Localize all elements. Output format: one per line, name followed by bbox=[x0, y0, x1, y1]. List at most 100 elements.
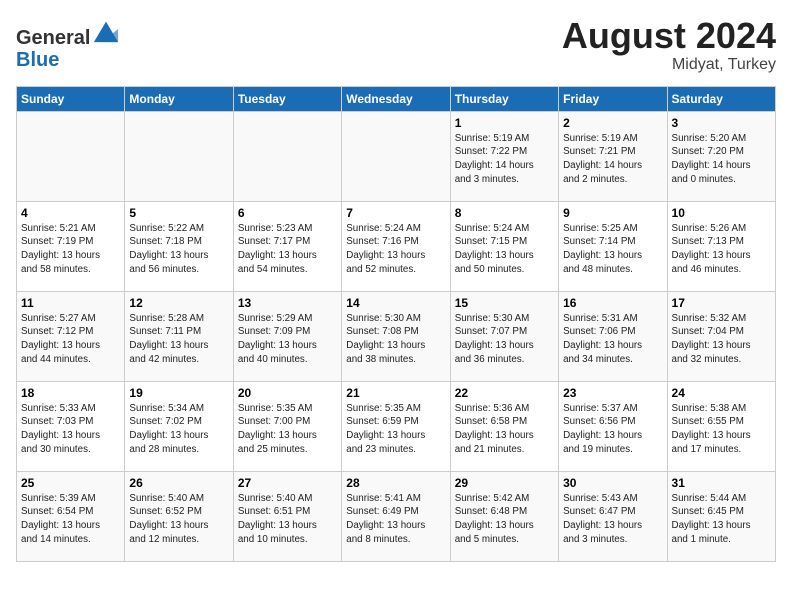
header-day-sunday: Sunday bbox=[17, 86, 125, 111]
day-cell: 2 Sunrise: 5:19 AMSunset: 7:21 PMDaylight… bbox=[559, 111, 667, 201]
week-row-1: 1Sunrise: 5:19 AMSunset: 7:22 PMDaylight… bbox=[17, 111, 776, 201]
day-number: 15 bbox=[455, 296, 554, 310]
header-day-saturday: Saturday bbox=[667, 86, 775, 111]
day-number: 5 bbox=[129, 206, 228, 220]
day-cell: 27 Sunrise: 5:40 AMSunset: 6:51 PMDayligh… bbox=[233, 471, 341, 561]
day-number: 19 bbox=[129, 386, 228, 400]
logo: General Blue bbox=[16, 16, 120, 71]
day-cell: 26Sunrise: 5:40 AMSunset: 6:52 PMDayligh… bbox=[125, 471, 233, 561]
week-row-5: 25 Sunrise: 5:39 AMSunset: 6:54 PMDayligh… bbox=[17, 471, 776, 561]
day-number: 7 bbox=[346, 206, 445, 220]
day-info: Sunrise: 5:28 AMSunset: 7:11 PMDaylight:… bbox=[129, 312, 228, 367]
day-cell: 20 Sunrise: 5:35 AMSunset: 7:00 PMDayligh… bbox=[233, 381, 341, 471]
day-info: Sunrise: 5:22 AMSunset: 7:18 PMDaylight:… bbox=[129, 222, 228, 277]
day-cell: 6Sunrise: 5:23 AMSunset: 7:17 PMDaylight… bbox=[233, 201, 341, 291]
day-cell: 17Sunrise: 5:32 AMSunset: 7:04 PMDayligh… bbox=[667, 291, 775, 381]
header-day-thursday: Thursday bbox=[450, 86, 558, 111]
day-info: Sunrise: 5:32 AMSunset: 7:04 PMDaylight:… bbox=[672, 312, 771, 367]
day-number: 28 bbox=[346, 476, 445, 490]
header-day-wednesday: Wednesday bbox=[342, 86, 450, 111]
day-number: 12 bbox=[129, 296, 228, 310]
logo-general: General bbox=[16, 27, 90, 49]
day-cell: 31 Sunrise: 5:44 AMSunset: 6:45 PMDayligh… bbox=[667, 471, 775, 561]
day-info: Sunrise: 5:35 AMSunset: 6:59 PMDaylight:… bbox=[346, 402, 445, 457]
week-row-3: 11 Sunrise: 5:27 AMSunset: 7:12 PMDayligh… bbox=[17, 291, 776, 381]
day-info: Sunrise: 5:35 AMSunset: 7:00 PMDaylight:… bbox=[238, 402, 337, 457]
day-info: Sunrise: 5:40 AMSunset: 6:52 PMDaylight:… bbox=[129, 492, 228, 547]
day-info: Sunrise: 5:19 AMSunset: 7:21 PMDaylight:… bbox=[563, 132, 662, 187]
day-number: 8 bbox=[455, 206, 554, 220]
logo-icon bbox=[92, 16, 120, 44]
day-number: 30 bbox=[563, 476, 662, 490]
day-cell: 23 Sunrise: 5:37 AMSunset: 6:56 PMDayligh… bbox=[559, 381, 667, 471]
day-info: Sunrise: 5:30 AMSunset: 7:07 PMDaylight:… bbox=[455, 312, 554, 367]
day-info: Sunrise: 5:23 AMSunset: 7:17 PMDaylight:… bbox=[238, 222, 337, 277]
day-number: 22 bbox=[455, 386, 554, 400]
day-cell: 10Sunrise: 5:26 AMSunset: 7:13 PMDayligh… bbox=[667, 201, 775, 291]
day-number: 27 bbox=[238, 476, 337, 490]
day-cell: 22Sunrise: 5:36 AMSunset: 6:58 PMDayligh… bbox=[450, 381, 558, 471]
day-cell: 18 Sunrise: 5:33 AMSunset: 7:03 PMDayligh… bbox=[17, 381, 125, 471]
day-number: 18 bbox=[21, 386, 120, 400]
day-info: Sunrise: 5:30 AMSunset: 7:08 PMDaylight:… bbox=[346, 312, 445, 367]
day-number: 13 bbox=[238, 296, 337, 310]
day-info: Sunrise: 5:42 AMSunset: 6:48 PMDaylight:… bbox=[455, 492, 554, 547]
day-number: 29 bbox=[455, 476, 554, 490]
header-day-tuesday: Tuesday bbox=[233, 86, 341, 111]
header-day-monday: Monday bbox=[125, 86, 233, 111]
calendar-subtitle: Midyat, Turkey bbox=[562, 56, 776, 74]
day-info: Sunrise: 5:31 AMSunset: 7:06 PMDaylight:… bbox=[563, 312, 662, 367]
day-info: Sunrise: 5:29 AMSunset: 7:09 PMDaylight:… bbox=[238, 312, 337, 367]
title-block: August 2024 Midyat, Turkey bbox=[562, 16, 776, 74]
header-day-friday: Friday bbox=[559, 86, 667, 111]
day-number: 11 bbox=[21, 296, 120, 310]
day-number: 9 bbox=[563, 206, 662, 220]
day-cell: 9 Sunrise: 5:25 AMSunset: 7:14 PMDaylight… bbox=[559, 201, 667, 291]
day-info: Sunrise: 5:40 AMSunset: 6:51 PMDaylight:… bbox=[238, 492, 337, 547]
day-info: Sunrise: 5:21 AMSunset: 7:19 PMDaylight:… bbox=[21, 222, 120, 277]
day-number: 31 bbox=[672, 476, 771, 490]
day-info: Sunrise: 5:44 AMSunset: 6:45 PMDaylight:… bbox=[672, 492, 771, 547]
day-info: Sunrise: 5:37 AMSunset: 6:56 PMDaylight:… bbox=[563, 402, 662, 457]
day-number: 21 bbox=[346, 386, 445, 400]
day-cell bbox=[342, 111, 450, 201]
day-number: 3 bbox=[672, 116, 771, 130]
day-number: 10 bbox=[672, 206, 771, 220]
day-number: 2 bbox=[563, 116, 662, 130]
day-cell: 21 Sunrise: 5:35 AMSunset: 6:59 PMDayligh… bbox=[342, 381, 450, 471]
day-cell: 1Sunrise: 5:19 AMSunset: 7:22 PMDaylight… bbox=[450, 111, 558, 201]
day-cell bbox=[125, 111, 233, 201]
logo-blue: Blue bbox=[16, 49, 59, 71]
day-info: Sunrise: 5:24 AMSunset: 7:15 PMDaylight:… bbox=[455, 222, 554, 277]
day-number: 1 bbox=[455, 116, 554, 130]
day-cell bbox=[233, 111, 341, 201]
day-cell: 25 Sunrise: 5:39 AMSunset: 6:54 PMDayligh… bbox=[17, 471, 125, 561]
day-cell: 15 Sunrise: 5:30 AMSunset: 7:07 PMDayligh… bbox=[450, 291, 558, 381]
day-info: Sunrise: 5:24 AMSunset: 7:16 PMDaylight:… bbox=[346, 222, 445, 277]
week-row-4: 18 Sunrise: 5:33 AMSunset: 7:03 PMDayligh… bbox=[17, 381, 776, 471]
day-number: 20 bbox=[238, 386, 337, 400]
day-cell: 28 Sunrise: 5:41 AMSunset: 6:49 PMDayligh… bbox=[342, 471, 450, 561]
day-cell: 14 Sunrise: 5:30 AMSunset: 7:08 PMDayligh… bbox=[342, 291, 450, 381]
day-cell: 19 Sunrise: 5:34 AMSunset: 7:02 PMDayligh… bbox=[125, 381, 233, 471]
week-row-2: 4Sunrise: 5:21 AMSunset: 7:19 PMDaylight… bbox=[17, 201, 776, 291]
day-info: Sunrise: 5:38 AMSunset: 6:55 PMDaylight:… bbox=[672, 402, 771, 457]
day-info: Sunrise: 5:27 AMSunset: 7:12 PMDaylight:… bbox=[21, 312, 120, 367]
calendar-table: SundayMondayTuesdayWednesdayThursdayFrid… bbox=[16, 86, 776, 562]
day-info: Sunrise: 5:20 AMSunset: 7:20 PMDaylight:… bbox=[672, 132, 771, 187]
day-cell: 30Sunrise: 5:43 AMSunset: 6:47 PMDayligh… bbox=[559, 471, 667, 561]
day-number: 25 bbox=[21, 476, 120, 490]
day-info: Sunrise: 5:39 AMSunset: 6:54 PMDaylight:… bbox=[21, 492, 120, 547]
day-info: Sunrise: 5:25 AMSunset: 7:14 PMDaylight:… bbox=[563, 222, 662, 277]
day-cell: 4Sunrise: 5:21 AMSunset: 7:19 PMDaylight… bbox=[17, 201, 125, 291]
day-number: 23 bbox=[563, 386, 662, 400]
day-cell: 29 Sunrise: 5:42 AMSunset: 6:48 PMDayligh… bbox=[450, 471, 558, 561]
day-number: 14 bbox=[346, 296, 445, 310]
day-info: Sunrise: 5:34 AMSunset: 7:02 PMDaylight:… bbox=[129, 402, 228, 457]
day-info: Sunrise: 5:33 AMSunset: 7:03 PMDaylight:… bbox=[21, 402, 120, 457]
day-info: Sunrise: 5:41 AMSunset: 6:49 PMDaylight:… bbox=[346, 492, 445, 547]
page-header: General Blue August 2024 Midyat, Turkey bbox=[16, 16, 776, 74]
header-row: SundayMondayTuesdayWednesdayThursdayFrid… bbox=[17, 86, 776, 111]
day-cell: 16Sunrise: 5:31 AMSunset: 7:06 PMDayligh… bbox=[559, 291, 667, 381]
day-number: 24 bbox=[672, 386, 771, 400]
